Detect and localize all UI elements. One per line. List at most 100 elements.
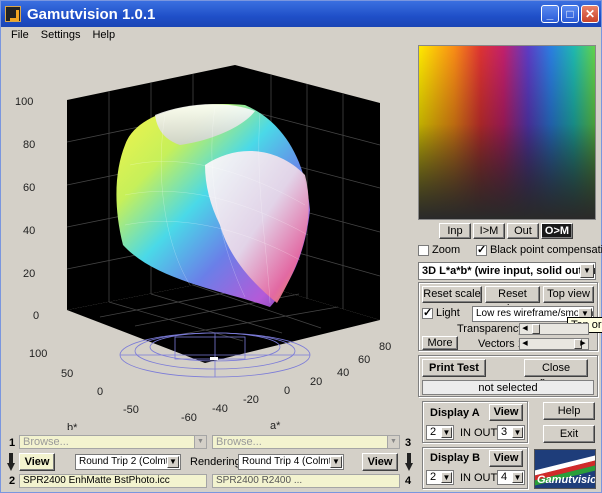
maximize-button[interactable]: □ [561, 5, 579, 23]
round-trip-left-value: Round Trip 2 (Colmtrc.) [79, 456, 181, 467]
out-button[interactable]: Out [507, 223, 539, 239]
a-tick-neg60: -60 [181, 412, 197, 424]
menu-help[interactable]: Help [86, 27, 121, 43]
b-tick-50: 50 [61, 368, 73, 380]
chevron-down-icon: ▼ [194, 436, 206, 448]
a-tick-80: 80 [379, 341, 391, 353]
browse-1-text: Browse... [23, 436, 69, 448]
z-tick-80: 80 [23, 139, 35, 151]
browse-1-field[interactable]: Browse... ▼ [19, 435, 207, 449]
a-axis-label: a* [270, 420, 281, 430]
profile-2-number: 2 [9, 475, 16, 487]
z-tick-40: 40 [23, 225, 35, 237]
round-trip-left-select[interactable]: Round Trip 2 (Colmtrc.) ▼ [75, 454, 181, 470]
display-type-value: 3D L*a*b* (wire input, solid output) [422, 265, 596, 277]
round-trip-right-select[interactable]: Round Trip 4 (Colmtrc.) ▼ [238, 454, 344, 470]
transparency-slider[interactable]: ◀ [519, 323, 589, 335]
round-trip-right-value: Round Trip 4 (Colmtrc.) [242, 456, 344, 467]
view-left-button[interactable]: View [19, 453, 55, 471]
zoom-label: Zoom [432, 244, 461, 256]
profile-1-number: 1 [9, 437, 16, 449]
chevron-down-icon: ▼ [387, 436, 399, 448]
rendering-label: Rendering [190, 456, 241, 468]
chevron-down-icon: ▼ [512, 427, 523, 438]
vectors-slider[interactable]: ◀ ▶ [519, 338, 589, 350]
top-view-button[interactable]: Top view [543, 286, 594, 303]
app-icon [5, 6, 21, 22]
profile-4-number: 4 [405, 475, 412, 487]
a-tick-0: 0 [284, 385, 290, 397]
print-test-button[interactable]: Print Test [422, 359, 486, 377]
status-field: not selected [422, 380, 594, 395]
profile-right-file[interactable]: SPR2400 R2400 ... [212, 474, 400, 488]
gamutvision-logo: Gamutvision [534, 449, 596, 489]
exit-button[interactable]: Exit [543, 425, 595, 443]
display-a-in-value: 2 [430, 426, 437, 438]
i-to-m-button[interactable]: I>M [473, 223, 505, 239]
chevron-down-icon: ▼ [330, 456, 342, 468]
more-button[interactable]: More [422, 336, 458, 350]
profile-3-number: 3 [405, 437, 412, 449]
close-button[interactable]: ✕ [581, 5, 599, 23]
display-a-out-select[interactable]: 3 ▼ [497, 425, 525, 440]
z-tick-20: 20 [23, 268, 35, 280]
browse-2-text: Browse... [216, 436, 262, 448]
window-title: Gamutvision 1.0.1 [27, 5, 156, 23]
inp-button[interactable]: Inp [439, 223, 471, 239]
a-tick-40: 40 [337, 367, 349, 379]
browse-2-field[interactable]: Browse... ▼ [212, 435, 400, 449]
a-tick-60: 60 [358, 354, 370, 366]
profile-left-file[interactable]: SPR2400 EnhMatte BstPhoto.icc [19, 474, 207, 488]
display-b-view-button[interactable]: View [489, 450, 523, 467]
b-tick-0: 0 [97, 386, 103, 398]
light-checkbox[interactable] [422, 306, 433, 319]
b-axis-label: b* [67, 422, 78, 430]
arrow-down-icon [405, 453, 413, 471]
reset-view-button[interactable]: Reset view [485, 286, 540, 315]
menu-bar: File Settings Help [1, 27, 601, 43]
slider-thumb[interactable] [532, 324, 540, 334]
help-button[interactable]: Help [543, 402, 595, 420]
menu-settings[interactable]: Settings [35, 27, 87, 43]
z-tick-100: 100 [15, 96, 33, 108]
a-tick-neg20: -20 [243, 394, 259, 406]
display-type-select[interactable]: 3D L*a*b* (wire input, solid output) ▼ [418, 262, 596, 280]
chevron-down-icon: ▼ [167, 456, 179, 468]
display-b-in-select[interactable]: 2 ▼ [426, 470, 454, 485]
display-b-label: Display B [430, 452, 481, 464]
display-b-out-value: 4 [501, 471, 508, 483]
b-tick-100: 100 [29, 348, 47, 360]
display-b-out-select[interactable]: 4 ▼ [497, 470, 525, 485]
chevron-down-icon: ▼ [512, 472, 523, 483]
display-b-in-label: IN [460, 472, 471, 484]
zoom-checkbox[interactable] [418, 245, 429, 256]
wireframe-gamut [119, 332, 311, 378]
slider-right-arrow-icon[interactable]: ▶ [578, 338, 588, 350]
reset-scale-button[interactable]: Reset scale [422, 286, 482, 303]
close-figures-button[interactable]: Close figures [524, 359, 588, 390]
display-b-in-value: 2 [430, 471, 437, 483]
display-a-out-value: 3 [501, 426, 508, 438]
neutral-marker [210, 357, 218, 360]
color-preview-image [418, 45, 596, 220]
app-window: Gamutvision 1.0.1 _ □ ✕ File Settings He… [0, 0, 602, 493]
chevron-down-icon: ▼ [580, 264, 594, 278]
light-label: Light [436, 307, 460, 319]
display-a-in-select[interactable]: 2 ▼ [426, 425, 454, 440]
menu-file[interactable]: File [5, 27, 35, 43]
minimize-button[interactable]: _ [541, 5, 559, 23]
z-tick-60: 60 [23, 182, 35, 194]
gamut-3d-plot[interactable]: 100 80 60 40 20 0 100 50 0 -50 b* -60 -4… [5, 45, 411, 430]
vectors-label: Vectors 1 [478, 338, 524, 350]
a-tick-neg40: -40 [212, 403, 228, 415]
title-bar[interactable]: Gamutvision 1.0.1 _ □ ✕ [1, 1, 601, 27]
slider-left-arrow-icon[interactable]: ◀ [520, 323, 530, 335]
chevron-down-icon: ▼ [441, 427, 452, 438]
slider-left-arrow-icon[interactable]: ◀ [520, 338, 530, 350]
b-tick-neg50: -50 [123, 404, 139, 416]
logo-text: Gamutvision [537, 474, 595, 486]
display-a-view-button[interactable]: View [489, 404, 523, 421]
bpc-checkbox[interactable] [476, 243, 487, 256]
view-right-button[interactable]: View [362, 453, 398, 471]
o-to-m-button[interactable]: O>M [541, 223, 573, 239]
